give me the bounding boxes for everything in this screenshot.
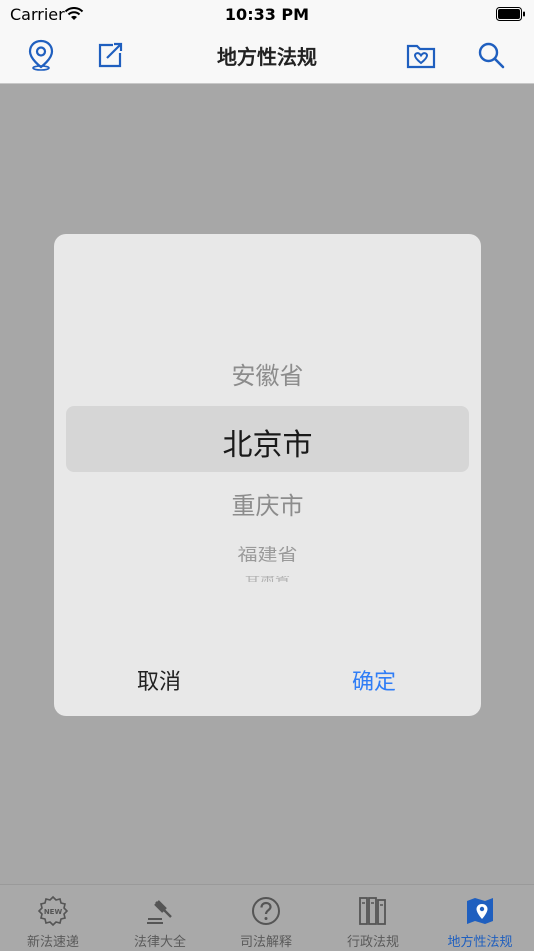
navigation-bar: 地方性法规 (0, 28, 534, 84)
tab-label: 地方性法规 (447, 935, 513, 950)
picker-item[interactable]: 安徽省 (54, 356, 481, 391)
favorites-folder-icon[interactable] (401, 36, 441, 74)
cancel-button[interactable]: 取消 (114, 664, 204, 696)
picker-item[interactable]: 福建省 (54, 541, 481, 566)
battery-icon (496, 6, 526, 25)
question-circle-icon (213, 895, 319, 927)
tab-judicial-interpretation[interactable]: 司法解释 (213, 885, 319, 951)
svg-text:NEW: NEW (44, 908, 63, 916)
province-picker-wheel[interactable]: 安徽省 北京市 重庆市 福建省 甘肃省 (54, 234, 481, 594)
search-icon[interactable] (471, 36, 511, 74)
tab-label: 行政法规 (346, 935, 399, 950)
status-time: 10:33 PM (224, 5, 310, 24)
picker-item-selected[interactable]: 北京市 (54, 420, 481, 464)
map-pin-icon (427, 895, 533, 927)
tab-local-regulations[interactable]: 地方性法规 (427, 885, 533, 951)
tab-label: 法律大全 (133, 935, 186, 950)
confirm-button[interactable]: 确定 (329, 664, 419, 696)
picker-item[interactable]: 甘肃省 (54, 576, 481, 582)
books-icon (320, 895, 426, 927)
tab-bar: NEW 新法速递 法律大全 司法解释 行政法规 地方性法规 (0, 884, 534, 951)
status-bar: Carrier 10:33 PM (0, 0, 534, 28)
province-picker-dialog: 安徽省 北京市 重庆市 福建省 甘肃省 取消 确定 (54, 234, 481, 716)
tab-label: 司法解释 (239, 935, 292, 950)
tab-label: 新法速递 (26, 935, 79, 950)
new-badge-icon: NEW (0, 895, 106, 927)
dialog-actions: 取消 确定 (54, 654, 481, 714)
picker-item[interactable]: 重庆市 (54, 486, 481, 521)
gavel-icon (107, 895, 213, 927)
tab-law-collection[interactable]: 法律大全 (107, 885, 213, 951)
tab-administrative-regulations[interactable]: 行政法规 (320, 885, 426, 951)
tab-new-laws[interactable]: NEW 新法速递 (0, 885, 106, 951)
page-title: 地方性法规 (217, 45, 317, 69)
